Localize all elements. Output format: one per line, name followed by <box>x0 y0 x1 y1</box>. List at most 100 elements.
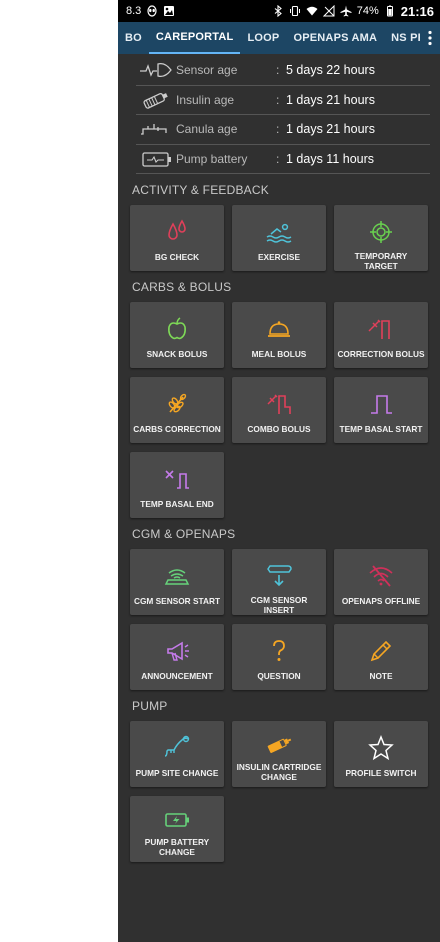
meal-bolus-label: MEAL BOLUS <box>251 349 307 360</box>
megaphone-icon <box>163 635 191 667</box>
no-signal-icon <box>322 5 335 17</box>
announcement-label: ANNOUNCEMENT <box>141 671 213 682</box>
cgm-sensor-insert-button[interactable]: CGM SENSOR INSERT <box>232 549 326 616</box>
canula-age-value: 1 days 21 hours <box>286 122 375 137</box>
cgm-sensor-insert-icon <box>265 560 293 591</box>
note-label: NOTE <box>369 671 393 682</box>
pump-battery-value: 1 days 11 hours <box>286 152 375 167</box>
battery-percent: 74% <box>356 5 379 17</box>
pump-battery-row: Pump battery : 1 days 11 hours <box>136 145 430 175</box>
section-activity-feedback: ACTIVITY & FEEDBACK <box>132 183 269 198</box>
sensor-icon <box>136 59 176 81</box>
vibrate-icon <box>289 5 301 17</box>
pump-battery-change-label: PUMP BATTERY CHANGE <box>144 837 210 858</box>
cgm-sensor-insert-label: CGM SENSOR INSERT <box>250 595 308 616</box>
careportal-screen: 8.3 74% 21:16 BO CAREPORTAL LOOP OPENAPS… <box>118 0 440 942</box>
tab-bar: BO CAREPORTAL LOOP OPENAPS AMA NS PROFIL <box>118 22 440 54</box>
swimmer-icon <box>265 216 293 248</box>
tab-careportal[interactable]: CAREPORTAL <box>148 22 241 54</box>
apple-icon <box>163 313 191 345</box>
openaps-offline-label: OPENAPS OFFLINE <box>341 596 421 607</box>
pump-site-change-label: PUMP SITE CHANGE <box>135 768 219 779</box>
wifi-off-icon <box>367 560 395 592</box>
cloche-icon <box>265 313 293 345</box>
insulin-age-value: 1 days 21 hours <box>286 92 375 107</box>
temporary-target-label: TEMPORARY TARGET <box>354 251 408 272</box>
insulin-age-row: Insulin age : 1 days 21 hours <box>136 86 430 116</box>
question-button[interactable]: QUESTION <box>232 624 326 691</box>
carbs-bolus-grid: SNACK BOLUS MEAL BOLUS CORRECTION BOLUS … <box>130 302 440 519</box>
section-cgm-openaps: CGM & OPENAPS <box>132 527 236 542</box>
alien-icon <box>146 5 158 17</box>
wifi-icon <box>306 5 318 17</box>
insulin-cartridge-change-label: INSULIN CARTRIDGE CHANGE <box>236 762 322 783</box>
carbs-correction-button[interactable]: CARBS CORRECTION <box>130 377 224 444</box>
profile-switch-button[interactable]: PROFILE SWITCH <box>334 721 428 788</box>
bluetooth-icon <box>272 5 284 17</box>
wheat-icon <box>163 388 191 420</box>
pencil-icon <box>367 635 395 667</box>
temp-basal-end-icon <box>163 463 191 495</box>
device-status-list: Sensor age : 5 days 22 hours Insulin age… <box>118 54 440 175</box>
star-icon <box>367 732 395 764</box>
pump-site-icon <box>163 732 191 764</box>
meal-bolus-button[interactable]: MEAL BOLUS <box>232 302 326 369</box>
temp-basal-start-button[interactable]: TEMP BASAL START <box>334 377 428 444</box>
status-bar: 8.3 74% 21:16 <box>118 0 440 22</box>
combo-bolus-button[interactable]: COMBO BOLUS <box>232 377 326 444</box>
tab-openaps-ama[interactable]: OPENAPS AMA <box>286 22 384 54</box>
canula-age-row: Canula age : 1 days 21 hours <box>136 115 430 145</box>
sensor-age-label: Sensor age <box>176 63 238 78</box>
pump-battery-change-button[interactable]: PUMP BATTERY CHANGE <box>130 796 224 863</box>
section-carbs-bolus: CARBS & BOLUS <box>132 280 232 295</box>
question-mark-icon <box>265 635 293 667</box>
correction-bolus-label: CORRECTION BOLUS <box>337 349 425 360</box>
syringe-bolus-icon <box>367 313 395 345</box>
tab-bo[interactable]: BO <box>118 22 149 54</box>
cgm-sensor-start-button[interactable]: CGM SENSOR START <box>130 549 224 616</box>
activity-grid: BG CHECK EXERCISE TEMPORARY TARGET <box>130 205 440 272</box>
tab-loop[interactable]: LOOP <box>240 22 286 54</box>
combo-bolus-label: COMBO BOLUS <box>247 424 311 435</box>
sensor-age-row: Sensor age : 5 days 22 hours <box>136 56 430 86</box>
temp-basal-start-label: TEMP BASAL START <box>339 424 423 435</box>
pump-battery-icon <box>136 148 176 170</box>
announcement-button[interactable]: ANNOUNCEMENT <box>130 624 224 691</box>
cgm-sensor-start-icon <box>163 560 191 592</box>
profile-switch-label: PROFILE SWITCH <box>345 768 417 779</box>
temp-basal-end-button[interactable]: TEMP BASAL END <box>130 452 224 519</box>
exercise-button[interactable]: EXERCISE <box>232 205 326 272</box>
insulin-cartridge-icon <box>265 729 293 761</box>
snack-bolus-label: SNACK BOLUS <box>146 349 208 360</box>
battery-icon <box>384 5 396 17</box>
canula-age-label: Canula age <box>176 122 238 137</box>
carbs-correction-label: CARBS CORRECTION <box>133 424 221 435</box>
pump-battery-label: Pump battery <box>176 152 248 167</box>
airplane-icon <box>340 5 352 17</box>
battery-charging-icon <box>163 804 191 836</box>
pump-site-change-button[interactable]: PUMP SITE CHANGE <box>130 721 224 788</box>
temporary-target-button[interactable]: TEMPORARY TARGET <box>334 205 428 272</box>
cgm-sensor-start-label: CGM SENSOR START <box>133 596 221 607</box>
insulin-age-label: Insulin age <box>176 92 235 107</box>
exercise-label: EXERCISE <box>258 252 300 263</box>
pump-grid: PUMP SITE CHANGE INSULIN CARTRIDGE CHANG… <box>130 721 440 863</box>
canula-icon <box>136 118 176 140</box>
note-button[interactable]: NOTE <box>334 624 428 691</box>
temp-basal-end-label: TEMP BASAL END <box>140 499 214 510</box>
openaps-offline-button[interactable]: OPENAPS OFFLINE <box>334 549 428 616</box>
correction-bolus-button[interactable]: CORRECTION BOLUS <box>334 302 428 369</box>
bg-check-button[interactable]: BG CHECK <box>130 205 224 272</box>
insulin-cartridge-change-button[interactable]: INSULIN CARTRIDGE CHANGE <box>232 721 326 788</box>
image-notification-icon <box>163 5 175 17</box>
target-icon <box>367 216 395 247</box>
cgm-openaps-grid: CGM SENSOR START CGM SENSOR INSERT OPENA… <box>130 549 440 691</box>
overflow-menu-icon[interactable] <box>420 22 440 54</box>
section-pump: PUMP <box>132 699 168 714</box>
blood-drop-icon <box>163 216 191 248</box>
clock: 21:16 <box>400 3 434 19</box>
snack-bolus-button[interactable]: SNACK BOLUS <box>130 302 224 369</box>
insulin-icon <box>136 89 176 111</box>
temp-basal-start-icon <box>367 388 395 420</box>
sensor-age-value: 5 days 22 hours <box>286 63 375 78</box>
